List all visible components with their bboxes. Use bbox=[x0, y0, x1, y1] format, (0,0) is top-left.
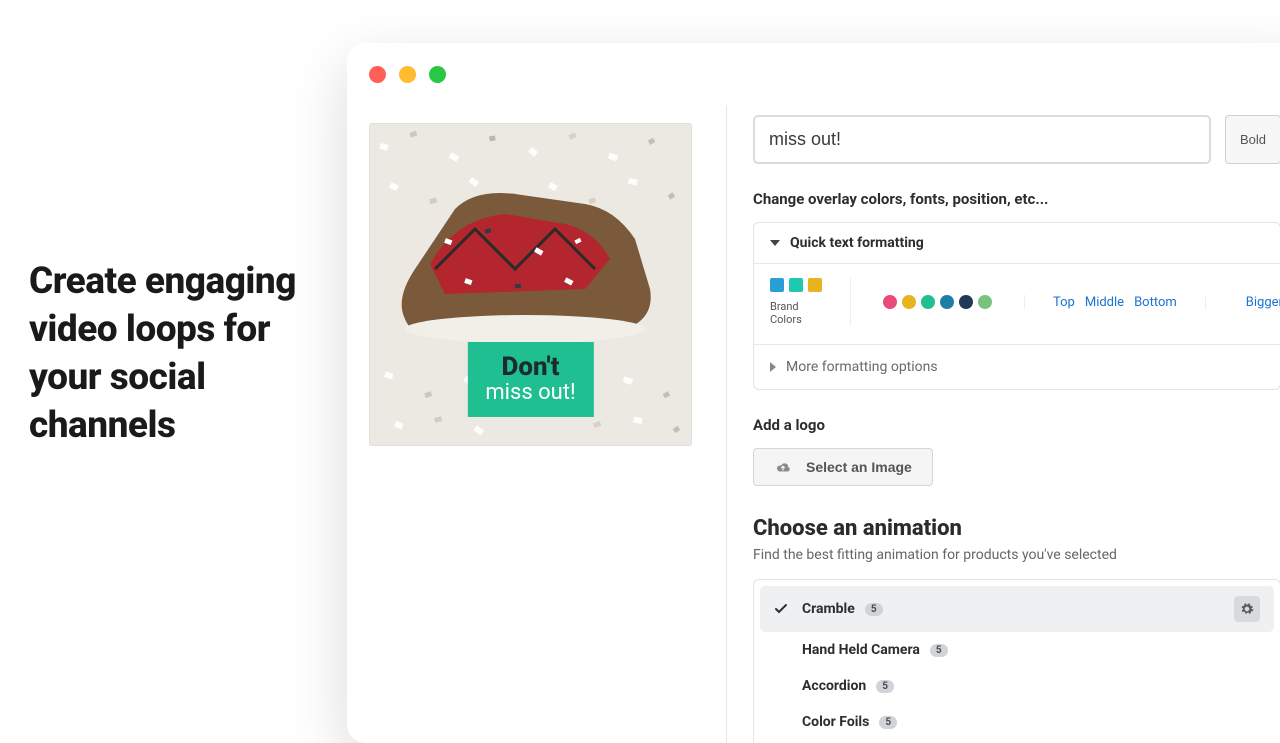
preview-pane: Don't miss out! bbox=[347, 105, 727, 743]
window-titlebar bbox=[347, 43, 1280, 105]
overlay-line-1: Don't bbox=[485, 352, 575, 382]
brand-colors-label: Brand Colors bbox=[770, 300, 822, 326]
gear-icon bbox=[1240, 602, 1254, 616]
position-middle-button[interactable]: Middle bbox=[1085, 295, 1124, 310]
brand-swatch-2[interactable] bbox=[808, 278, 822, 292]
text-overlay-badge: Don't miss out! bbox=[467, 342, 593, 417]
animation-item-cramble[interactable]: Cramble 5 bbox=[760, 586, 1274, 632]
product-image bbox=[385, 169, 665, 369]
palette-color-5[interactable] bbox=[978, 295, 992, 309]
animation-count-badge: 5 bbox=[865, 603, 883, 616]
controls-pane: Bold Change overlay colors, fonts, posit… bbox=[727, 105, 1280, 743]
marketing-headline: Create engaging video loops for your soc… bbox=[29, 258, 319, 450]
app-window: Don't miss out! Bold Change overlay colo… bbox=[347, 43, 1280, 743]
palette-color-1[interactable] bbox=[902, 295, 916, 309]
animation-count-badge: 5 bbox=[876, 680, 894, 693]
brand-swatch-0[interactable] bbox=[770, 278, 784, 292]
quick-formatting-panel: Quick text formatting Brand Colors Top M… bbox=[753, 222, 1280, 390]
overlay-line-2: miss out! bbox=[485, 380, 575, 405]
animation-item-accordion[interactable]: Accordion 5 bbox=[760, 668, 1274, 704]
position-bottom-button[interactable]: Bottom bbox=[1134, 295, 1177, 310]
animation-settings-button[interactable] bbox=[1234, 596, 1260, 622]
animation-item-hand-held-camera[interactable]: Hand Held Camera 5 bbox=[760, 632, 1274, 668]
quick-formatting-title: Quick text formatting bbox=[790, 235, 924, 251]
minimize-window-button[interactable] bbox=[399, 66, 416, 83]
position-group: Top Middle Bottom bbox=[1025, 295, 1206, 310]
overlay-text-input[interactable] bbox=[753, 115, 1211, 164]
animation-item-label: Cramble bbox=[802, 601, 855, 617]
animation-item-label: Color Foils bbox=[802, 714, 869, 730]
video-preview[interactable]: Don't miss out! bbox=[369, 123, 692, 446]
animation-list: Cramble5Hand Held Camera5Accordion5Color… bbox=[753, 579, 1280, 743]
animation-heading: Choose an animation bbox=[753, 516, 1280, 541]
animation-subheading: Find the best fitting animation for prod… bbox=[753, 547, 1280, 563]
size-group: Bigger Smaller bbox=[1206, 295, 1280, 310]
close-window-button[interactable] bbox=[369, 66, 386, 83]
palette-color-2[interactable] bbox=[921, 295, 935, 309]
logo-section-label: Add a logo bbox=[753, 416, 1280, 434]
window-content: Don't miss out! Bold Change overlay colo… bbox=[347, 105, 1280, 743]
caret-right-icon bbox=[770, 362, 776, 372]
animation-item-label: Accordion bbox=[802, 678, 866, 694]
animation-count-badge: 5 bbox=[879, 716, 897, 729]
brand-colors-group: Brand Colors bbox=[770, 278, 851, 326]
text-input-row: Bold bbox=[753, 115, 1280, 164]
position-top-button[interactable]: Top bbox=[1053, 295, 1075, 310]
more-formatting-toggle[interactable]: More formatting options bbox=[754, 344, 1280, 389]
palette-color-3[interactable] bbox=[940, 295, 954, 309]
palette-color-4[interactable] bbox=[959, 295, 973, 309]
animation-item-label: Hand Held Camera bbox=[802, 642, 920, 658]
maximize-window-button[interactable] bbox=[429, 66, 446, 83]
palette-color-0[interactable] bbox=[883, 295, 897, 309]
bold-button[interactable]: Bold bbox=[1225, 115, 1280, 164]
check-icon bbox=[774, 602, 790, 616]
quick-formatting-body: Brand Colors Top Middle Bottom Bigger Sm… bbox=[754, 264, 1280, 344]
brand-swatch-1[interactable] bbox=[789, 278, 803, 292]
size-bigger-button[interactable]: Bigger bbox=[1246, 295, 1280, 310]
quick-formatting-header[interactable]: Quick text formatting bbox=[754, 223, 1280, 264]
overlay-section-label: Change overlay colors, fonts, position, … bbox=[753, 190, 1280, 208]
select-image-button[interactable]: Select an Image bbox=[753, 448, 933, 486]
palette-group bbox=[851, 295, 1025, 309]
animation-count-badge: 5 bbox=[930, 644, 948, 657]
caret-down-icon bbox=[770, 240, 780, 246]
animation-item-color-foils[interactable]: Color Foils 5 bbox=[760, 704, 1274, 740]
cloud-upload-icon bbox=[774, 460, 792, 474]
select-image-label: Select an Image bbox=[806, 459, 912, 475]
more-formatting-label: More formatting options bbox=[786, 359, 938, 375]
